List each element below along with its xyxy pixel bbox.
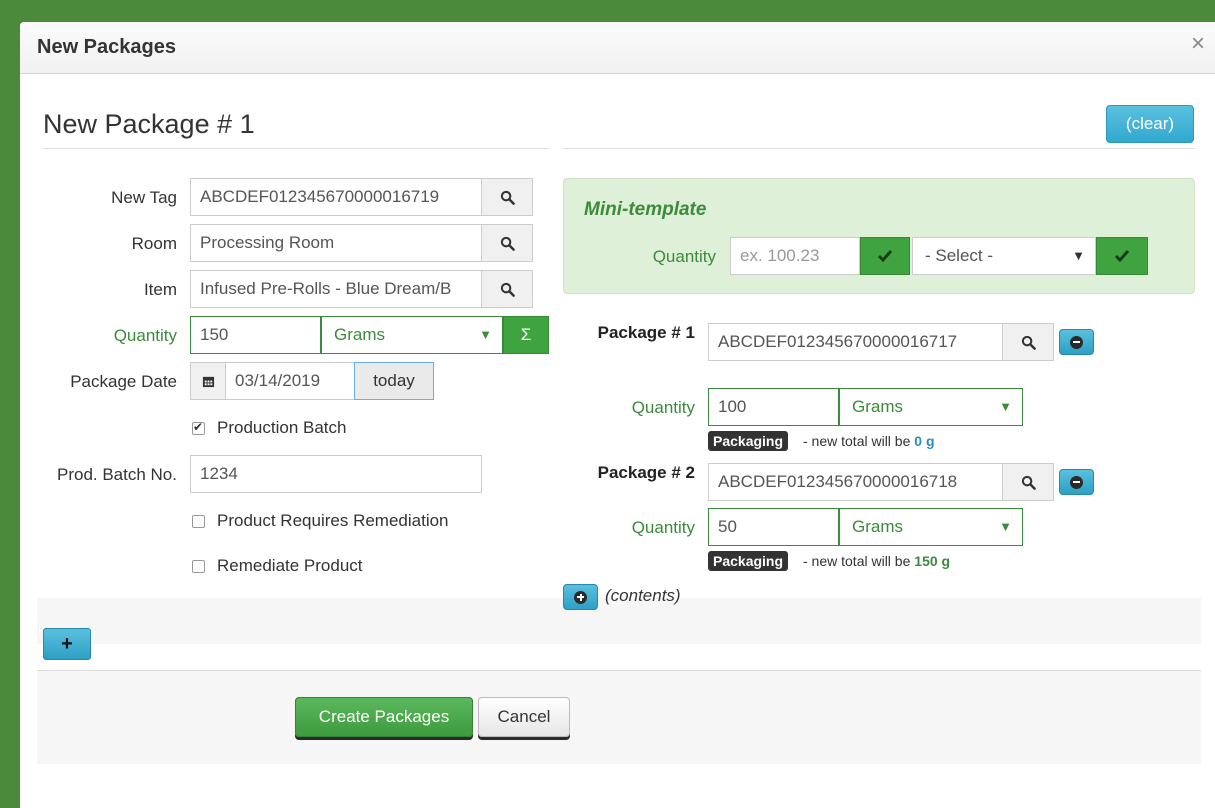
new-total-value: 150 g: [914, 553, 951, 569]
source-package-search-button[interactable]: [1002, 323, 1054, 361]
unit-select-value: Grams: [334, 325, 385, 344]
remove-source-button[interactable]: [1059, 469, 1094, 495]
mini-template-title: Mini-template: [584, 199, 707, 220]
package-form: New Package # 1 (clear) New Tag ABCDEF01…: [37, 92, 1201, 610]
search-icon: [500, 236, 515, 251]
package-date-label: Package Date: [70, 372, 177, 391]
source-unit-select[interactable]: Grams ▼: [839, 508, 1023, 546]
item-label: Item: [143, 280, 177, 299]
mini-unit-select-value: - Select -: [925, 246, 994, 265]
new-tag-search-button[interactable]: [481, 178, 533, 216]
source-quantity-label: Quantity: [631, 518, 695, 537]
check-icon: [1114, 250, 1130, 263]
mini-unit-select[interactable]: - Select - ▼: [912, 237, 1096, 275]
source-package-tag-input[interactable]: ABCDEF012345670000016717: [708, 323, 1003, 361]
add-contents-button[interactable]: [563, 584, 598, 610]
plus-circle-icon: [574, 590, 587, 604]
new-tag-label: New Tag: [111, 188, 177, 207]
search-icon: [1021, 475, 1036, 490]
add-package-button[interactable]: +: [43, 628, 91, 660]
mini-template-panel: Mini-template Quantity ex. 100.23 - Sele…: [563, 178, 1195, 294]
new-tag-input[interactable]: ABCDEF012345670000016719: [190, 178, 482, 216]
dropdown-arrow-icon: ▼: [999, 399, 1012, 414]
new-packages-modal: New Packages × New Package # 1 (clear) N…: [20, 22, 1215, 808]
new-total-prefix: - new total will be: [803, 553, 911, 569]
production-batch-label: Production Batch: [217, 418, 347, 437]
source-quantity-input[interactable]: 50: [708, 508, 839, 546]
quantity-label: Quantity: [113, 326, 177, 345]
source-unit-select[interactable]: Grams ▼: [839, 388, 1023, 426]
sum-button[interactable]: Σ: [503, 316, 549, 354]
package-date-input[interactable]: 03/14/2019: [225, 362, 355, 400]
package-panel: New Package # 1 (clear) New Tag ABCDEF01…: [37, 92, 1201, 660]
modal-title: New Packages: [37, 36, 176, 58]
source-unit-select-value: Grams: [852, 517, 903, 536]
cancel-button[interactable]: Cancel: [478, 697, 570, 737]
minus-circle-icon: [1070, 335, 1083, 349]
dropdown-arrow-icon: ▼: [1072, 248, 1085, 263]
prod-batch-no-label: Prod. Batch No.: [56, 465, 177, 484]
source-package-label: Package # 2: [597, 463, 695, 482]
source-package-tag-input[interactable]: ABCDEF012345670000016718: [708, 463, 1003, 501]
source-quantity-label: Quantity: [631, 398, 695, 417]
check-icon: [877, 250, 893, 263]
remediate-product-checkbox[interactable]: [192, 560, 205, 573]
packaging-badge: Packaging: [708, 551, 789, 571]
minus-circle-icon: [1070, 475, 1083, 489]
mini-quantity-label: Quantity: [652, 247, 716, 266]
requires-remediation-label: Product Requires Remediation: [217, 511, 449, 530]
source-unit-select-value: Grams: [852, 397, 903, 416]
package-title: New Package # 1: [43, 109, 255, 139]
mini-quantity-input[interactable]: ex. 100.23: [730, 237, 860, 275]
divider: [563, 148, 1195, 149]
prod-batch-no-input[interactable]: 1234: [190, 455, 482, 493]
mini-quantity-apply-button[interactable]: [860, 237, 910, 275]
mini-unit-apply-button[interactable]: [1096, 237, 1148, 275]
modal-header: New Packages ×: [20, 22, 1215, 74]
search-icon: [1021, 335, 1036, 350]
unit-select[interactable]: Grams ▼: [321, 316, 503, 354]
close-icon[interactable]: ×: [1191, 32, 1205, 56]
new-total-value: 0 g: [914, 433, 935, 449]
source-package-search-button[interactable]: [1002, 463, 1054, 501]
remove-source-button[interactable]: [1059, 329, 1094, 355]
create-packages-button[interactable]: Create Packages: [295, 697, 473, 737]
calendar-icon: [202, 376, 214, 387]
quantity-input[interactable]: 150: [190, 316, 321, 354]
requires-remediation-checkbox[interactable]: [192, 515, 205, 528]
source-package-label: Package # 1: [597, 323, 695, 342]
new-total-note: - new total will be 150 g: [803, 553, 950, 569]
search-icon: [500, 282, 515, 297]
production-batch-checkbox[interactable]: [192, 420, 205, 435]
divider: [43, 148, 549, 149]
contents-label: (contents): [605, 586, 681, 605]
dropdown-arrow-icon: ▼: [999, 519, 1012, 534]
calendar-addon[interactable]: [190, 362, 226, 400]
modal-footer: Create Packages Cancel: [37, 670, 1201, 764]
today-button[interactable]: today: [354, 362, 434, 400]
remediate-product-label: Remediate Product: [217, 556, 363, 575]
new-total-note: - new total will be 0 g: [803, 433, 935, 449]
room-input[interactable]: Processing Room: [190, 224, 482, 262]
new-total-prefix: - new total will be: [803, 433, 911, 449]
item-search-button[interactable]: [481, 270, 533, 308]
packaging-badge: Packaging: [708, 431, 789, 451]
room-label: Room: [131, 234, 177, 253]
clear-button[interactable]: (clear): [1106, 105, 1194, 143]
search-icon: [500, 190, 515, 205]
source-quantity-input[interactable]: 100: [708, 388, 839, 426]
item-input[interactable]: Infused Pre-Rolls - Blue Dream/B: [190, 270, 482, 308]
room-search-button[interactable]: [481, 224, 533, 262]
dropdown-arrow-icon: ▼: [479, 327, 492, 342]
